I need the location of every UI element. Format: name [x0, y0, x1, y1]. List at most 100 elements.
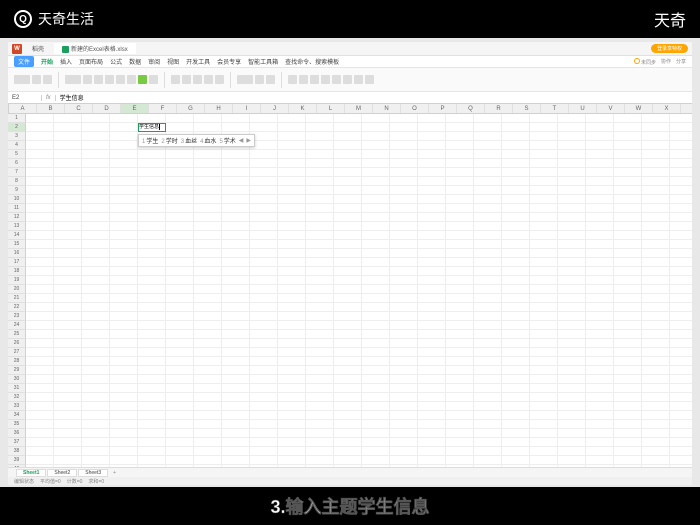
row-head-16[interactable]: 16 [8, 249, 26, 258]
cell[interactable] [586, 321, 614, 330]
cell[interactable] [194, 231, 222, 240]
cell[interactable] [418, 204, 446, 213]
cell[interactable] [278, 303, 306, 312]
sort-button[interactable] [299, 75, 308, 84]
cell[interactable] [194, 384, 222, 393]
cell[interactable] [54, 285, 82, 294]
cell[interactable] [502, 186, 530, 195]
cell[interactable] [390, 132, 418, 141]
row-head-10[interactable]: 10 [8, 195, 26, 204]
cell[interactable] [474, 429, 502, 438]
cell[interactable] [558, 132, 586, 141]
cell[interactable] [530, 312, 558, 321]
cell[interactable] [82, 447, 110, 456]
row-head-12[interactable]: 12 [8, 213, 26, 222]
cell[interactable] [166, 303, 194, 312]
cell[interactable] [82, 393, 110, 402]
cell[interactable] [54, 321, 82, 330]
cell[interactable] [586, 330, 614, 339]
cell[interactable] [82, 303, 110, 312]
cell[interactable] [558, 222, 586, 231]
cell[interactable] [26, 276, 54, 285]
cell[interactable] [362, 294, 390, 303]
cell[interactable] [54, 339, 82, 348]
cell[interactable] [194, 456, 222, 465]
cell[interactable] [250, 321, 278, 330]
cell[interactable] [558, 114, 586, 123]
cell[interactable] [558, 375, 586, 384]
cell[interactable] [446, 294, 474, 303]
cell[interactable] [250, 231, 278, 240]
cell[interactable] [446, 420, 474, 429]
cell[interactable] [530, 123, 558, 132]
cell[interactable] [194, 312, 222, 321]
cell[interactable] [222, 213, 250, 222]
cell[interactable] [558, 159, 586, 168]
cell[interactable] [82, 375, 110, 384]
cell[interactable] [362, 285, 390, 294]
cell[interactable] [334, 204, 362, 213]
border-button[interactable] [127, 75, 136, 84]
cell[interactable] [26, 186, 54, 195]
formula-input[interactable]: 学生信息 [56, 93, 692, 102]
cell[interactable] [54, 186, 82, 195]
cell[interactable] [474, 159, 502, 168]
cell[interactable] [446, 249, 474, 258]
cell[interactable] [362, 366, 390, 375]
cell[interactable] [670, 438, 692, 447]
cell[interactable] [614, 411, 642, 420]
row-head-21[interactable]: 21 [8, 294, 26, 303]
cell[interactable] [418, 402, 446, 411]
cell[interactable] [642, 384, 670, 393]
cell[interactable] [502, 330, 530, 339]
cell[interactable] [278, 168, 306, 177]
cell[interactable] [670, 339, 692, 348]
row-head-22[interactable]: 22 [8, 303, 26, 312]
cell[interactable] [110, 276, 138, 285]
cell[interactable] [418, 267, 446, 276]
cell[interactable] [418, 159, 446, 168]
cell[interactable] [250, 456, 278, 465]
cell[interactable] [110, 348, 138, 357]
cell[interactable] [502, 222, 530, 231]
cell[interactable] [166, 420, 194, 429]
cell[interactable] [530, 393, 558, 402]
cell[interactable] [670, 294, 692, 303]
cell[interactable] [110, 204, 138, 213]
cell[interactable] [362, 231, 390, 240]
cell[interactable] [194, 195, 222, 204]
cell[interactable] [558, 186, 586, 195]
cell[interactable] [82, 312, 110, 321]
cell[interactable] [446, 150, 474, 159]
cell[interactable] [558, 150, 586, 159]
cell[interactable] [502, 411, 530, 420]
cell[interactable] [362, 330, 390, 339]
cell[interactable] [390, 456, 418, 465]
cell[interactable] [26, 114, 54, 123]
sum-button[interactable] [288, 75, 297, 84]
cell[interactable] [474, 384, 502, 393]
cell[interactable] [558, 249, 586, 258]
align-right-button[interactable] [193, 75, 202, 84]
cell[interactable] [670, 123, 692, 132]
cell[interactable] [558, 429, 586, 438]
cell[interactable] [362, 159, 390, 168]
cell[interactable] [530, 294, 558, 303]
cell[interactable] [390, 366, 418, 375]
row-head-28[interactable]: 28 [8, 357, 26, 366]
row-head-39[interactable]: 39 [8, 456, 26, 465]
cell[interactable] [474, 321, 502, 330]
cell[interactable] [670, 357, 692, 366]
cell[interactable] [558, 123, 586, 132]
cell[interactable] [474, 114, 502, 123]
cell[interactable] [334, 411, 362, 420]
cell[interactable] [306, 285, 334, 294]
col-X[interactable]: X [653, 104, 681, 113]
cell[interactable] [278, 420, 306, 429]
file-menu[interactable]: 文件 [14, 56, 34, 67]
cell[interactable] [502, 177, 530, 186]
row-head-6[interactable]: 6 [8, 159, 26, 168]
cell[interactable] [502, 114, 530, 123]
cell[interactable] [502, 258, 530, 267]
cell[interactable] [194, 186, 222, 195]
